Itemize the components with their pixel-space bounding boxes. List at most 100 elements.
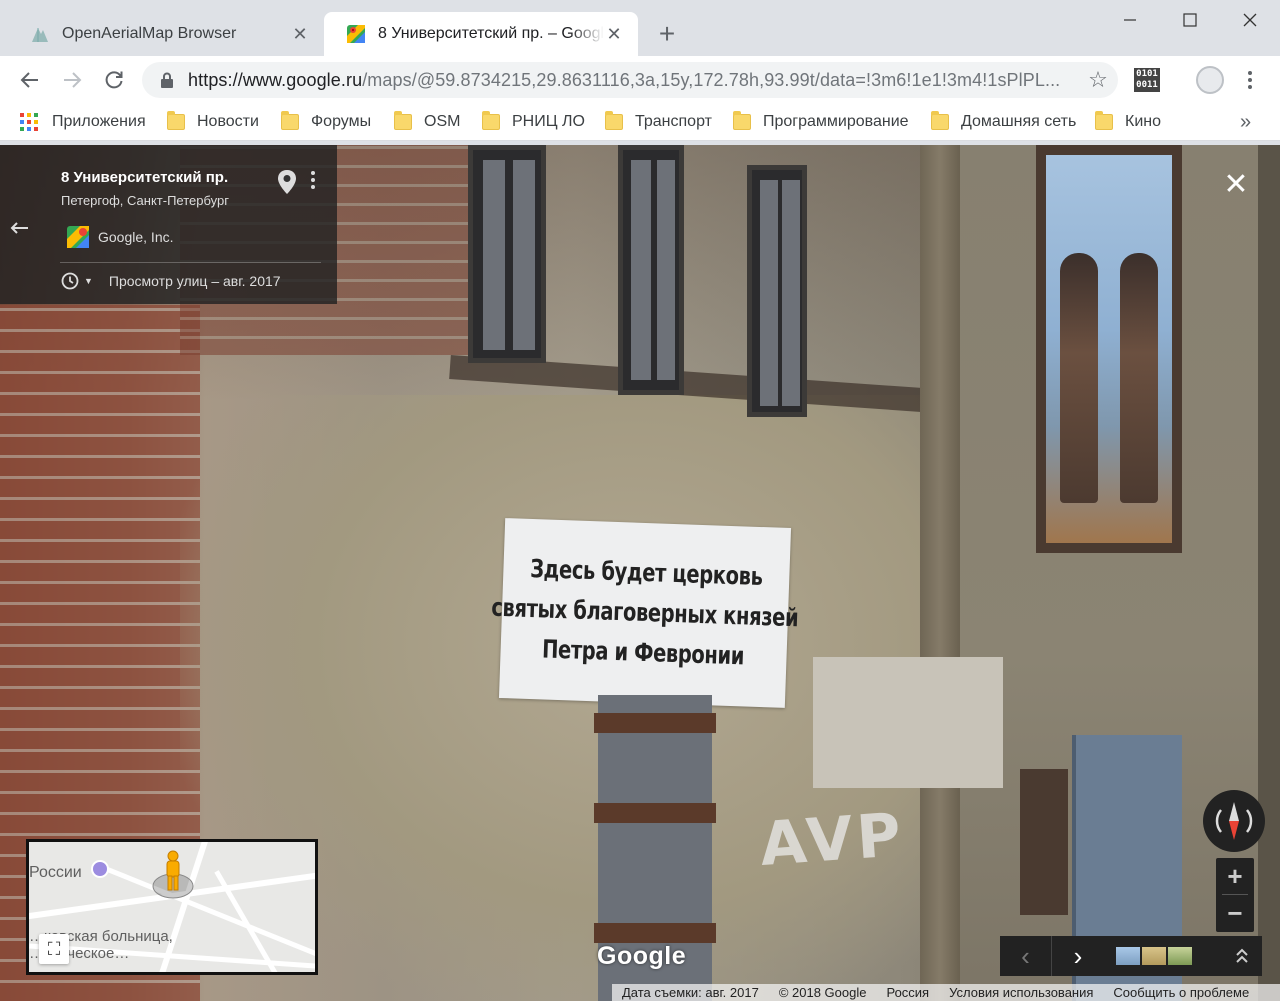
- folder-icon: [482, 111, 500, 130]
- tab-google-maps[interactable]: 8 Университетский пр. – Google Maps ✕: [324, 12, 638, 56]
- photo-thumbnails: [1116, 947, 1192, 965]
- bookmark-star-icon[interactable]: ☆: [1078, 67, 1118, 93]
- window: [468, 145, 546, 363]
- dropdown-caret-icon: ▼: [84, 276, 93, 286]
- report-problem-link[interactable]: Сообщить о проблеме: [1103, 985, 1259, 1000]
- copyright: © 2018 Google: [778, 985, 867, 1000]
- bookmark-label: Домашняя сеть: [961, 113, 1077, 130]
- url-host: https://www.google.ru: [188, 69, 363, 90]
- zoom-out-button[interactable]: −: [1216, 895, 1254, 931]
- minimize-window-icon[interactable]: [1100, 0, 1160, 40]
- folder-icon: [1095, 111, 1113, 130]
- binary-line-1: 0101: [1136, 69, 1158, 79]
- graffiti-text: AVP: [757, 800, 908, 880]
- bookmark-label: Новости: [197, 113, 259, 130]
- zoom-in-button[interactable]: +: [1216, 858, 1254, 894]
- bookmarks-overflow-chevron-icon[interactable]: »: [1240, 112, 1251, 132]
- window: [618, 145, 684, 395]
- forward-arrow-icon[interactable]: [56, 64, 88, 96]
- apps-grid-icon: [20, 113, 38, 131]
- sign-line: Петра и Февронии: [542, 634, 746, 671]
- expand-filmstrip-icon[interactable]: [1222, 948, 1262, 964]
- window: [747, 165, 807, 417]
- church-banner-sign: Здесь будет церковь святых благоверных к…: [491, 518, 799, 708]
- profile-avatar-icon[interactable]: [1196, 66, 1224, 94]
- blurred-patch: [813, 657, 1003, 788]
- binary-extension-icon[interactable]: 0101 0011: [1134, 68, 1160, 92]
- capture-date: Дата съемки: авг. 2017: [622, 985, 759, 1000]
- photo-thumbnail[interactable]: [1142, 947, 1166, 965]
- binary-line-2: 0011: [1136, 80, 1158, 90]
- bookmark-label: Кино: [1125, 113, 1161, 130]
- expand-map-icon[interactable]: ⛶: [39, 934, 69, 964]
- back-arrow-icon[interactable]: [14, 64, 46, 96]
- bookmark-folder-osm[interactable]: OSM: [394, 110, 460, 134]
- map-pin-icon[interactable]: [276, 169, 298, 195]
- url-text: https://www.google.ru/maps/@59.8734215,2…: [188, 70, 1078, 91]
- bookmark-folder-rnic[interactable]: РНИЦ ЛО: [482, 110, 585, 134]
- timeline-label: Просмотр улиц – авг. 2017: [108, 273, 281, 289]
- folder-icon: [733, 111, 751, 130]
- bookmark-label: Форумы: [311, 113, 372, 130]
- browser-window: OpenAerialMap Browser ✕ 8 Университетски…: [0, 0, 1280, 1001]
- browser-toolbar: https://www.google.ru/maps/@59.8734215,2…: [0, 56, 1280, 104]
- location-title[interactable]: 8 Университетский пр.: [61, 169, 228, 186]
- bookmark-label: Транспорт: [635, 113, 712, 130]
- wall-pilaster: [920, 145, 960, 1001]
- bookmark-label: OSM: [424, 113, 461, 130]
- photo-filmstrip: ‹ ›: [1000, 936, 1262, 976]
- imagery-owner: Google, Inc.: [66, 225, 174, 249]
- pegman-icon[interactable]: [151, 848, 195, 900]
- religious-icon-painting: [1036, 145, 1182, 553]
- close-tab-icon[interactable]: ✕: [604, 24, 624, 44]
- more-options-icon[interactable]: [306, 171, 320, 195]
- bookmark-folder-forums[interactable]: Форумы: [281, 110, 371, 134]
- close-tab-icon[interactable]: ✕: [290, 24, 310, 44]
- address-bar[interactable]: https://www.google.ru/maps/@59.8734215,2…: [142, 62, 1118, 98]
- map-label: России: [29, 864, 82, 881]
- next-chevron-icon[interactable]: ›: [1052, 936, 1104, 976]
- bookmark-label: Программирование: [763, 113, 909, 130]
- close-street-view-icon[interactable]: ✕: [1222, 170, 1250, 200]
- maximize-window-icon[interactable]: [1160, 0, 1220, 40]
- google-maps-icon: [67, 226, 89, 248]
- poi-marker-icon[interactable]: [91, 860, 109, 878]
- bookmark-apps[interactable]: Приложения: [20, 110, 146, 134]
- folder-icon: [605, 111, 623, 130]
- owner-name: Google, Inc.: [98, 229, 174, 245]
- previous-chevron-icon[interactable]: ‹: [1000, 936, 1052, 976]
- close-window-icon[interactable]: [1220, 0, 1280, 40]
- terms-link[interactable]: Условия использования: [939, 985, 1103, 1000]
- back-arrow-icon[interactable]: [8, 217, 32, 241]
- wall-edge: [1258, 145, 1280, 1001]
- tab-title: OpenAerialMap Browser: [62, 25, 237, 42]
- bookmarks-bar: Приложения Новости Форумы OSM РНИЦ ЛО Тр…: [0, 104, 1280, 141]
- bookmark-folder-news[interactable]: Новости: [167, 110, 259, 134]
- google-maps-favicon: [347, 25, 365, 43]
- compass-icon[interactable]: [1203, 790, 1265, 852]
- wall-panel: [1020, 769, 1068, 915]
- history-clock-icon: [61, 272, 79, 290]
- reload-icon[interactable]: [98, 64, 130, 96]
- zoom-control: + −: [1216, 858, 1254, 932]
- bookmark-folder-transport[interactable]: Транспорт: [605, 110, 712, 134]
- photo-thumbnail[interactable]: [1116, 947, 1140, 965]
- tab-openaerialmap[interactable]: OpenAerialMap Browser ✕: [8, 12, 324, 56]
- openaerialmap-favicon: [32, 28, 48, 42]
- bookmark-folder-home-network[interactable]: Домашняя сеть: [931, 110, 1076, 134]
- new-tab-button[interactable]: +: [652, 20, 682, 50]
- bookmark-label: РНИЦ ЛО: [512, 113, 585, 130]
- bookmark-folder-cinema[interactable]: Кино: [1095, 110, 1161, 134]
- folder-icon: [931, 111, 949, 130]
- google-logo: Google: [597, 942, 687, 970]
- map-status-bar: Дата съемки: авг. 2017 © 2018 Google Рос…: [612, 984, 1280, 1001]
- folder-icon: [281, 111, 299, 130]
- timeline-toggle[interactable]: ▼ Просмотр улиц – авг. 2017: [60, 271, 281, 291]
- minimap[interactable]: России …ковская больница, …атическое… ⛶: [26, 839, 318, 975]
- photo-thumbnail[interactable]: [1168, 947, 1192, 965]
- browser-menu-icon[interactable]: [1238, 64, 1262, 96]
- region-link[interactable]: Россия: [876, 985, 939, 1000]
- url-path: /maps/@59.8734215,29.8631116,3a,15y,172.…: [362, 69, 1061, 90]
- location-info-card: 8 Университетский пр. Петергоф, Санкт-Пе…: [0, 145, 337, 304]
- bookmark-folder-programming[interactable]: Программирование: [733, 110, 909, 134]
